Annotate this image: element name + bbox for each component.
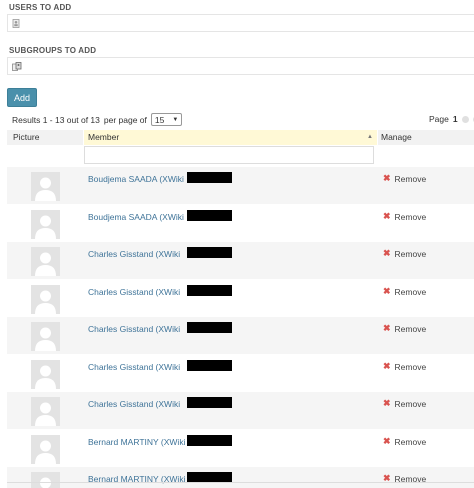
remove-label: Remove	[394, 398, 427, 409]
remove-icon: ✖	[383, 211, 391, 221]
column-header-picture: Picture	[7, 130, 84, 145]
table-row: Charles Gisstand (XWiki ✖ Remove	[7, 392, 474, 429]
member-link[interactable]: Charles Gisstand (XWiki	[88, 287, 180, 297]
default-avatar-icon	[31, 322, 60, 351]
table-row: Bernard MARTINY (XWiki ✖ Remove	[7, 430, 474, 467]
member-link[interactable]: Charles Gisstand (XWiki	[88, 324, 180, 334]
table-row: Charles Gisstand (XWiki ✖ Remove	[7, 242, 474, 279]
member-link[interactable]: Charles Gisstand (XWiki	[88, 362, 180, 372]
per-page-value: 15	[154, 114, 165, 125]
avatar	[31, 472, 60, 488]
sort-ascending-icon[interactable]: ▲	[367, 130, 373, 145]
remove-icon: ✖	[383, 286, 391, 296]
subgroups-picker-input[interactable]	[7, 57, 474, 75]
remove-button[interactable]: ✖ Remove	[383, 286, 426, 297]
results-count: Results 1 - 13 out of 13	[12, 114, 100, 125]
remove-label: Remove	[394, 211, 427, 222]
remove-icon: ✖	[383, 398, 391, 408]
remove-label: Remove	[394, 173, 427, 184]
remove-icon: ✖	[383, 361, 391, 371]
redaction-bar	[187, 397, 232, 408]
remove-icon: ✖	[383, 436, 391, 446]
default-avatar-icon	[31, 397, 60, 426]
pagination: Page 1	[429, 114, 474, 124]
member-link[interactable]: Boudjema SAADA (XWiki	[88, 174, 184, 184]
remove-label: Remove	[394, 248, 427, 259]
page-current[interactable]: 1	[453, 114, 458, 124]
default-avatar-icon	[31, 247, 60, 276]
per-page-label: per page of	[103, 114, 147, 125]
avatar	[31, 210, 60, 239]
avatar	[31, 247, 60, 276]
results-summary: Results 1 - 13 out of 13 per page of 15 …	[12, 113, 183, 126]
remove-button[interactable]: ✖ Remove	[383, 248, 426, 259]
remove-button[interactable]: ✖ Remove	[383, 173, 426, 184]
default-avatar-icon	[31, 472, 60, 488]
default-avatar-icon	[31, 360, 60, 389]
member-link[interactable]: Boudjema SAADA (XWiki	[88, 212, 184, 222]
column-header-member[interactable]: Member ▲	[84, 130, 378, 145]
user-picker-icon	[12, 19, 20, 28]
remove-button[interactable]: ✖ Remove	[383, 211, 426, 222]
default-avatar-icon	[31, 435, 60, 464]
default-avatar-icon	[31, 210, 60, 239]
users-picker-input[interactable]	[7, 14, 474, 32]
remove-button[interactable]: ✖ Remove	[383, 361, 426, 372]
redaction-bar	[187, 285, 232, 296]
member-link[interactable]: Bernard MARTINY (XWiki	[88, 437, 185, 447]
add-button[interactable]: Add	[7, 88, 37, 107]
table-row: Charles Gisstand (XWiki ✖ Remove	[7, 317, 474, 354]
redaction-bar	[187, 435, 232, 446]
column-header-manage: Manage	[378, 130, 474, 145]
avatar	[31, 360, 60, 389]
remove-icon: ✖	[383, 323, 391, 333]
table-row: Bernard MARTINY (XWiki ✖ Remove	[7, 467, 474, 488]
table-row: Charles Gisstand (XWiki ✖ Remove	[7, 355, 474, 392]
redaction-bar	[187, 172, 232, 183]
avatar	[31, 397, 60, 426]
remove-button[interactable]: ✖ Remove	[383, 436, 426, 447]
remove-button[interactable]: ✖ Remove	[383, 398, 426, 409]
table-row: Charles Gisstand (XWiki ✖ Remove	[7, 280, 474, 317]
per-page-select[interactable]: 15 ▼	[150, 113, 183, 126]
redaction-bar	[187, 247, 232, 258]
table-row: Boudjema SAADA (XWiki ✖ Remove	[7, 167, 474, 204]
table-row: Boudjema SAADA (XWiki ✖ Remove	[7, 205, 474, 242]
redaction-bar	[187, 322, 232, 333]
page-prev-icon[interactable]	[461, 115, 469, 123]
remove-label: Remove	[394, 323, 427, 334]
remove-button[interactable]: ✖ Remove	[383, 323, 426, 334]
chevron-down-icon: ▼	[172, 116, 179, 123]
default-avatar-icon	[31, 172, 60, 201]
redaction-bar	[187, 210, 232, 221]
subgroups-to-add-label: SUBGROUPS TO ADD	[9, 46, 97, 55]
member-link[interactable]: Charles Gisstand (XWiki	[88, 399, 180, 409]
default-avatar-icon	[31, 285, 60, 314]
remove-icon: ✖	[383, 248, 391, 258]
table-bottom-divider	[7, 482, 474, 483]
redaction-bar	[187, 360, 232, 371]
avatar	[31, 435, 60, 464]
group-picker-icon	[12, 62, 22, 71]
users-to-add-label: USERS TO ADD	[9, 3, 72, 12]
remove-icon: ✖	[383, 173, 391, 183]
remove-label: Remove	[394, 436, 427, 447]
avatar	[31, 322, 60, 351]
member-link[interactable]: Charles Gisstand (XWiki	[88, 249, 180, 259]
page-label: Page	[429, 114, 449, 124]
member-filter-input[interactable]	[84, 146, 374, 164]
column-header-member-label: Member	[88, 132, 120, 142]
avatar	[31, 285, 60, 314]
remove-label: Remove	[394, 286, 427, 297]
remove-label: Remove	[394, 361, 427, 372]
avatar	[31, 172, 60, 201]
